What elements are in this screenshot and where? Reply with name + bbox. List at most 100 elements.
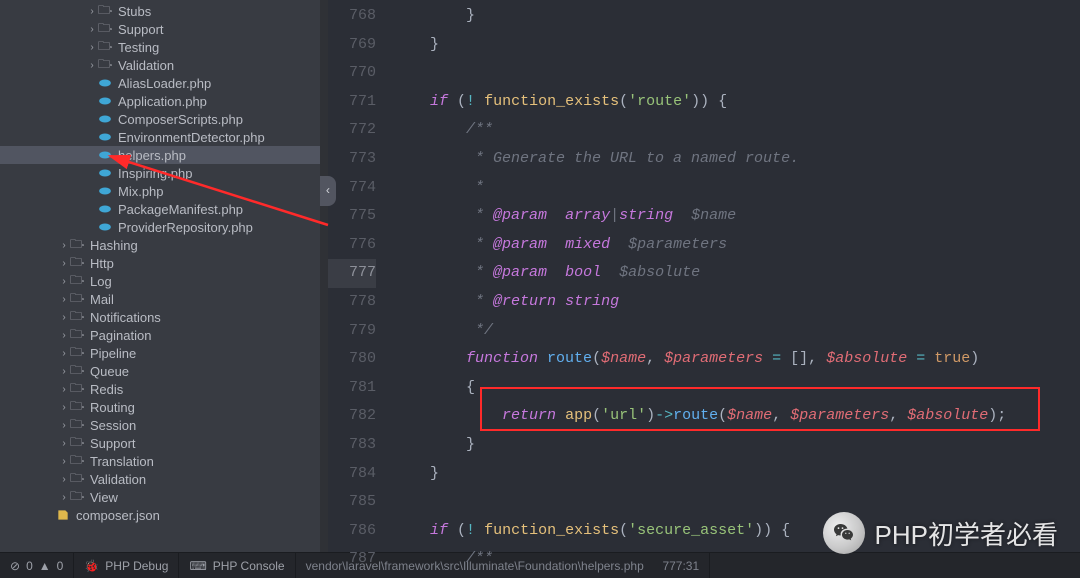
- gutter-line: 768: [328, 2, 376, 31]
- php-file-icon: [98, 130, 112, 144]
- tree-item-translation[interactable]: ›Translation: [0, 452, 328, 470]
- folder-icon: [70, 274, 84, 288]
- tree-item-validation[interactable]: ›Validation: [0, 470, 328, 488]
- expand-arrow-icon: ›: [86, 6, 98, 17]
- tree-item-inspiring-php[interactable]: Inspiring.php: [0, 164, 328, 182]
- tree-item-application-php[interactable]: Application.php: [0, 92, 328, 110]
- tree-item-label: Validation: [90, 472, 146, 487]
- code-line[interactable]: if (! function_exists('route')) {: [394, 88, 1080, 117]
- tree-item-label: Support: [118, 22, 164, 37]
- php-file-icon: [98, 94, 112, 108]
- code-editor[interactable]: 7687697707717727737747757767777787797807…: [328, 0, 1080, 552]
- error-icon: ⊘: [10, 559, 20, 573]
- tree-item-label: PackageManifest.php: [118, 202, 243, 217]
- code-line[interactable]: function route($name, $parameters = [], …: [394, 345, 1080, 374]
- expand-arrow-icon: ›: [58, 384, 70, 395]
- code-line[interactable]: return app('url')->route($name, $paramet…: [394, 402, 1080, 431]
- expand-arrow-icon: ›: [58, 438, 70, 449]
- tree-item-label: Queue: [90, 364, 129, 379]
- code-line[interactable]: }: [394, 460, 1080, 489]
- gutter-line: 772: [328, 116, 376, 145]
- tree-item-notifications[interactable]: ›Notifications: [0, 308, 328, 326]
- gutter-line: 770: [328, 59, 376, 88]
- sidebar-collapse-handle[interactable]: ‹: [320, 176, 336, 206]
- code-line[interactable]: * Generate the URL to a named route.: [394, 145, 1080, 174]
- chevron-left-icon: ‹: [324, 184, 331, 198]
- folder-icon: [70, 436, 84, 450]
- wechat-icon: [823, 512, 865, 554]
- tree-item-mail[interactable]: ›Mail: [0, 290, 328, 308]
- tree-item-routing[interactable]: ›Routing: [0, 398, 328, 416]
- tree-item-label: Testing: [118, 40, 159, 55]
- code-line[interactable]: *: [394, 174, 1080, 203]
- gutter-line: 785: [328, 488, 376, 517]
- folder-icon: [70, 418, 84, 432]
- tree-item-packagemanifest-php[interactable]: PackageManifest.php: [0, 200, 328, 218]
- code-line[interactable]: /**: [394, 116, 1080, 145]
- line-gutter: 7687697707717727737747757767777787797807…: [328, 0, 394, 552]
- tree-item-label: Notifications: [90, 310, 161, 325]
- folder-icon: [70, 472, 84, 486]
- expand-arrow-icon: ›: [58, 240, 70, 251]
- code-line[interactable]: * Generate an asset path for the applica…: [394, 574, 1080, 578]
- status-debug[interactable]: 🐞 PHP Debug: [74, 553, 179, 578]
- file-explorer[interactable]: ›Stubs›Support›Testing›ValidationAliasLo…: [0, 0, 328, 552]
- folder-icon: [70, 238, 84, 252]
- tree-item-composerscripts-php[interactable]: ComposerScripts.php: [0, 110, 328, 128]
- code-line[interactable]: * @param array|string $name: [394, 202, 1080, 231]
- tree-item-mix-php[interactable]: Mix.php: [0, 182, 328, 200]
- tree-item-session[interactable]: › Session: [0, 416, 328, 434]
- tree-item-environmentdetector-php[interactable]: EnvironmentDetector.php: [0, 128, 328, 146]
- code-line[interactable]: }: [394, 31, 1080, 60]
- folder-icon: [70, 328, 84, 342]
- tree-item-composer-json[interactable]: composer.json: [0, 506, 328, 524]
- tree-item-label: Routing: [90, 400, 135, 415]
- tree-item-helpers-php[interactable]: helpers.php: [0, 146, 328, 164]
- code-line[interactable]: * @return string: [394, 288, 1080, 317]
- php-file-icon: [98, 166, 112, 180]
- code-content[interactable]: } } if (! function_exists('route')) { /*…: [394, 0, 1080, 552]
- tree-item-pipeline[interactable]: ›Pipeline: [0, 344, 328, 362]
- tree-item-validation[interactable]: ›Validation: [0, 56, 328, 74]
- code-line[interactable]: }: [394, 431, 1080, 460]
- tree-item-providerrepository-php[interactable]: ProviderRepository.php: [0, 218, 328, 236]
- code-line[interactable]: [394, 59, 1080, 88]
- tree-item-label: Stubs: [118, 4, 151, 19]
- expand-arrow-icon: ›: [58, 276, 70, 287]
- php-file-icon: [98, 148, 112, 162]
- expand-arrow-icon: ›: [58, 420, 70, 431]
- status-problems[interactable]: ⊘ 0 ▲ 0: [0, 553, 74, 578]
- tree-item-pagination[interactable]: ›Pagination: [0, 326, 328, 344]
- folder-icon: [98, 4, 112, 18]
- expand-arrow-icon: ›: [58, 492, 70, 503]
- code-line[interactable]: * @param mixed $parameters: [394, 231, 1080, 260]
- gutter-line: 787: [328, 545, 376, 574]
- tree-item-http[interactable]: ›Http: [0, 254, 328, 272]
- tree-item-label: EnvironmentDetector.php: [118, 130, 265, 145]
- bug-icon: 🐞: [84, 559, 99, 573]
- tree-item-label: Session: [90, 418, 136, 433]
- tree-item-queue[interactable]: ›Queue: [0, 362, 328, 380]
- tree-item-support[interactable]: ›Support: [0, 20, 328, 38]
- tree-item-testing[interactable]: ›Testing: [0, 38, 328, 56]
- tree-item-aliasloader-php[interactable]: AliasLoader.php: [0, 74, 328, 92]
- tree-item-stubs[interactable]: › Stubs: [0, 2, 328, 20]
- expand-arrow-icon: ›: [58, 456, 70, 467]
- tree-item-hashing[interactable]: ›Hashing: [0, 236, 328, 254]
- gutter-line: 783: [328, 431, 376, 460]
- tree-item-view[interactable]: ›View: [0, 488, 328, 506]
- folder-icon: [70, 310, 84, 324]
- code-line[interactable]: {: [394, 374, 1080, 403]
- tree-item-log[interactable]: ›Log: [0, 272, 328, 290]
- code-line[interactable]: */: [394, 317, 1080, 346]
- folder-icon: [70, 292, 84, 306]
- code-line[interactable]: }: [394, 2, 1080, 31]
- folder-icon: [70, 382, 84, 396]
- tree-item-label: composer.json: [76, 508, 160, 523]
- tree-item-label: Redis: [90, 382, 123, 397]
- code-line[interactable]: * @param bool $absolute: [394, 259, 1080, 288]
- tree-item-redis[interactable]: › Redis: [0, 380, 328, 398]
- tree-item-support[interactable]: ›Support: [0, 434, 328, 452]
- status-console[interactable]: ⌨ PHP Console: [179, 553, 295, 578]
- folder-icon: [70, 256, 84, 270]
